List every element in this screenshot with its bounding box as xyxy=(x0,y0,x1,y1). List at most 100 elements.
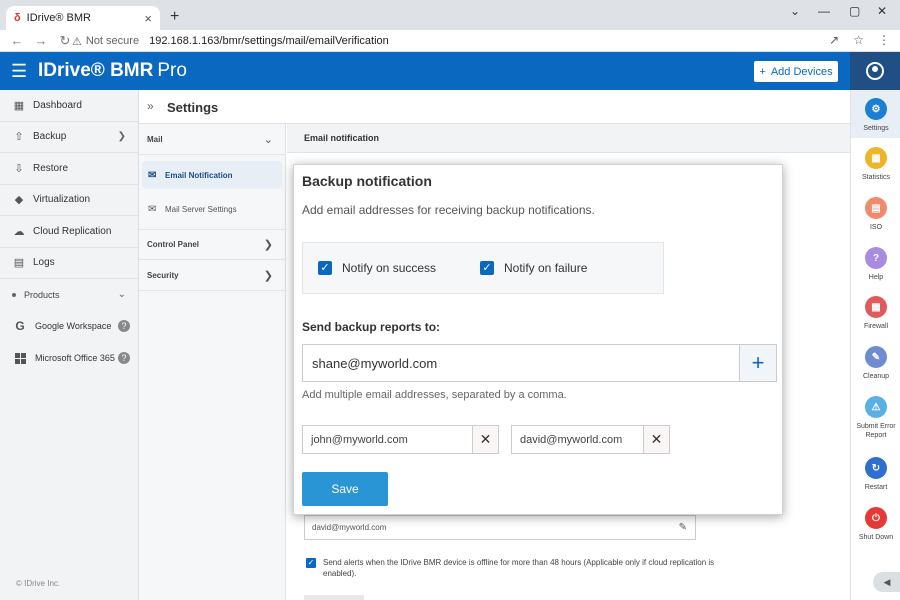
dialog-description: Add email addresses for receiving backup… xyxy=(302,203,595,217)
help-icon[interactable]: ? xyxy=(118,352,130,364)
add-devices-label: Add Devices xyxy=(770,65,833,78)
microsoft-icon xyxy=(14,352,26,364)
offline-alert-option[interactable]: ✓ Send alerts when the IDrive BMR device… xyxy=(306,557,726,579)
pencil-icon[interactable]: ✎ xyxy=(679,522,687,533)
app-header: ☰ IDrive® BMR Pro + Add Devices xyxy=(0,52,900,90)
sidebar-item-label: Logs xyxy=(33,257,55,269)
chip-label: david@myworld.com xyxy=(520,433,623,446)
subnav-item-mail-server-settings[interactable]: ✉ Mail Server Settings xyxy=(142,195,282,223)
chip-label: john@myworld.com xyxy=(311,433,408,446)
help-icon[interactable]: ? xyxy=(118,320,130,332)
section-label: Mail xyxy=(147,134,163,144)
sidebar-item-label: Cloud Replication xyxy=(33,225,112,237)
sidebar-item-virtualization[interactable]: ◆ Virtualization xyxy=(0,185,138,216)
plus-icon: + xyxy=(759,65,766,78)
product-tier: Pro xyxy=(157,60,187,81)
email-notification-icon: ✉ xyxy=(148,169,157,181)
sidebar-item-logs[interactable]: ▤ Logs xyxy=(0,248,138,279)
forward-icon[interactable]: → xyxy=(34,33,48,48)
copyright-text: © IDrive Inc. xyxy=(16,579,61,588)
tool-help[interactable]: ? Help xyxy=(851,247,900,282)
sidebar-item-microsoft-office-365[interactable]: Microsoft Office 365 ? xyxy=(0,342,138,374)
close-tab-icon[interactable]: × xyxy=(144,11,152,26)
brand-name: IDrive® BMR xyxy=(38,60,154,81)
user-menu-button[interactable] xyxy=(850,52,900,90)
tool-label: ISO xyxy=(869,224,883,231)
save-button[interactable]: Save xyxy=(302,472,388,506)
logs-icon: ▤ xyxy=(13,257,25,270)
tool-shut-down[interactable]: ⏻ Shut Down xyxy=(851,507,900,542)
tool-settings[interactable]: ⚙ Settings xyxy=(851,90,900,138)
tool-firewall[interactable]: ▦ Firewall xyxy=(851,296,900,331)
url-field[interactable]: ⚠ Not secure 192.168.1.163/bmr/settings/… xyxy=(72,31,389,51)
sidebar-item-cloud-replication[interactable]: ☁ Cloud Replication xyxy=(0,216,138,248)
subnav-item-email-notification[interactable]: ✉ Email Notification xyxy=(142,161,282,189)
partial-button[interactable] xyxy=(304,595,364,600)
idrive-bmr-logo: IDrive® BMR Pro xyxy=(38,60,187,82)
address-bar-icons: ↗ ☆ ⋮ xyxy=(829,33,890,47)
email-hint: Add multiple email addresses, separated … xyxy=(302,389,567,401)
back-icon[interactable]: ← xyxy=(10,33,24,48)
google-icon: G xyxy=(15,319,25,333)
chevron-down-icon[interactable]: ⌄ xyxy=(790,4,800,18)
tool-submit-error-report[interactable]: ⚠ Submit Error Report xyxy=(851,396,900,440)
subnav-section-mail[interactable]: Mail ⌄ xyxy=(139,124,285,155)
sidebar-item-label: Restore xyxy=(33,162,69,174)
new-tab-icon[interactable]: + xyxy=(170,8,179,26)
email-value: david@myworld.com xyxy=(312,523,387,532)
checkbox-checked-icon[interactable]: ✓ xyxy=(480,261,494,275)
subnav-label: Mail Server Settings xyxy=(165,204,237,214)
user-icon xyxy=(866,62,884,80)
settings-subnav: Mail ⌄ ✉ Email Notification ✉ Mail Serve… xyxy=(139,124,286,600)
sidebar-item-label: Microsoft Office 365 xyxy=(35,353,115,363)
add-email-button[interactable]: + xyxy=(739,344,777,382)
plus-icon: + xyxy=(751,350,765,375)
notify-options: ✓ Notify on success ✓ Notify on failure xyxy=(302,242,664,294)
subnav-section-security[interactable]: Security ❯ xyxy=(139,260,285,291)
tool-label: Shut Down xyxy=(858,534,894,541)
tool-statistics[interactable]: ▩ Statistics xyxy=(851,147,900,182)
products-section-toggle[interactable]: Products ⌄ xyxy=(0,279,138,310)
notify-on-success-option[interactable]: ✓ Notify on success xyxy=(318,261,436,275)
restart-icon: ↻ xyxy=(865,457,887,479)
kebab-menu-icon[interactable]: ⋮ xyxy=(878,33,890,47)
add-devices-button[interactable]: + Add Devices xyxy=(754,61,838,82)
tool-label: Cleanup xyxy=(862,373,890,380)
reload-icon[interactable]: ↻ xyxy=(58,33,72,49)
chevron-right-icon: ❯ xyxy=(117,131,126,143)
settings-header: » Settings xyxy=(139,90,850,124)
sidebar-item-label: Backup xyxy=(33,131,67,143)
email-field[interactable] xyxy=(302,344,739,382)
share-icon[interactable]: ↗ xyxy=(829,33,839,47)
star-icon[interactable]: ☆ xyxy=(853,33,864,47)
remove-email-icon[interactable]: ✕ xyxy=(472,426,498,453)
checkbox-checked-icon[interactable]: ✓ xyxy=(318,261,332,275)
tool-cleanup[interactable]: ✎ Cleanup xyxy=(851,346,900,381)
offline-alert-label: Send alerts when the IDrive BMR device i… xyxy=(323,558,715,578)
browser-tab[interactable]: δ IDrive® BMR × xyxy=(6,6,160,30)
notification-email-field[interactable]: david@myworld.com ✎ xyxy=(304,515,696,540)
sidebar-item-dashboard[interactable]: ▦ Dashboard xyxy=(0,90,138,122)
firewall-icon: ▦ xyxy=(865,296,887,318)
tool-restart[interactable]: ↻ Restart xyxy=(851,457,900,492)
tool-label: Submit Error Report xyxy=(856,423,896,439)
remove-email-icon[interactable]: ✕ xyxy=(643,426,669,453)
collapse-panel-icon[interactable]: ◀ xyxy=(873,572,900,592)
subnav-section-control-panel[interactable]: Control Panel ❯ xyxy=(139,229,285,260)
close-window-icon[interactable]: ✕ xyxy=(877,4,887,18)
checkbox-checked-icon[interactable]: ✓ xyxy=(306,558,316,568)
sidebar-item-google-workspace[interactable]: G Google Workspace ? xyxy=(0,310,138,342)
expand-panel-icon[interactable]: » xyxy=(147,99,154,113)
notify-on-failure-option[interactable]: ✓ Notify on failure xyxy=(480,261,587,275)
chevron-down-icon: ⌄ xyxy=(263,133,273,146)
sidebar-item-backup[interactable]: ⇧ Backup ❯ xyxy=(0,122,138,153)
tool-iso[interactable]: ▤ ISO xyxy=(851,197,900,232)
warning-icon: ⚠ xyxy=(865,396,887,418)
minimize-icon[interactable]: — xyxy=(818,4,830,18)
warning-icon: ⚠ xyxy=(72,35,82,48)
hamburger-menu-icon[interactable]: ☰ xyxy=(11,62,27,80)
sidebar-item-restore[interactable]: ⇩ Restore xyxy=(0,153,138,185)
maximize-icon[interactable]: ▢ xyxy=(849,4,860,18)
left-sidebar: ▦ Dashboard ⇧ Backup ❯ ⇩ Restore ◆ Virtu… xyxy=(0,90,139,600)
mail-server-icon: ✉ xyxy=(148,203,157,215)
